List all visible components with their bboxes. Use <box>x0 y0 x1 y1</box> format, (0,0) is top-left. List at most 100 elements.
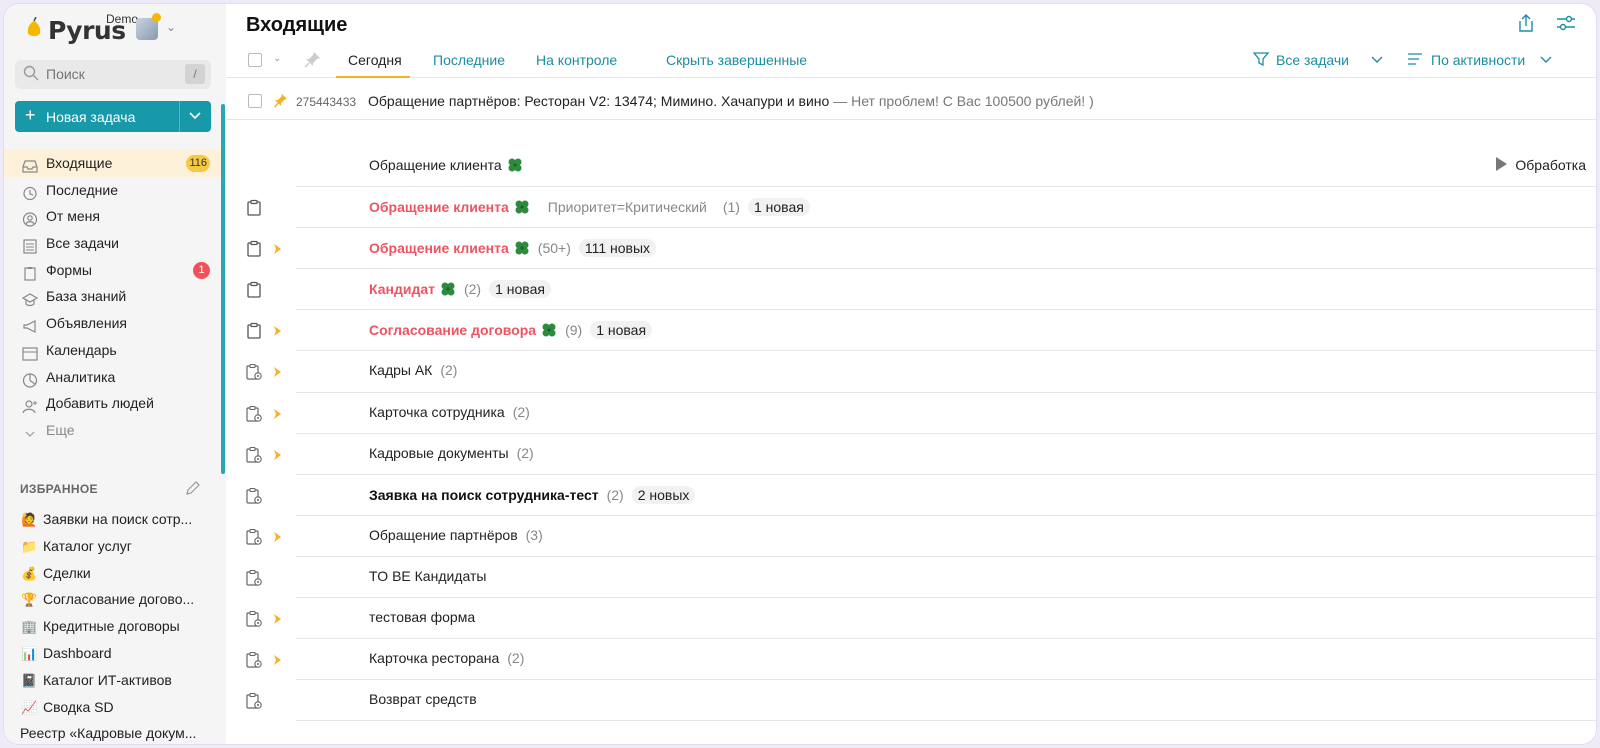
favorite-item-2[interactable]: 💰 Сделки <box>4 560 220 587</box>
favorite-item-6[interactable]: 📓 Каталог ИТ-активов <box>4 667 220 694</box>
task-group-row[interactable]: Карточка сотрудника (2) <box>226 393 1596 434</box>
sidebar-item-6[interactable]: Объявления <box>4 310 222 337</box>
task-group-row[interactable]: Согласование договора (9) 1 новая <box>226 310 1596 352</box>
task-group-row[interactable]: Возврат средств <box>226 680 1596 722</box>
pin-icon[interactable] <box>274 93 288 109</box>
chevron-down-icon[interactable]: ⌄ <box>273 53 281 64</box>
favorite-item-0[interactable]: 🙋 Заявки на поиск сотр... <box>4 506 220 533</box>
task-group-title[interactable]: Согласование договора (9) 1 новая <box>369 321 653 340</box>
pencil-icon[interactable] <box>185 480 201 496</box>
sidebar-item-4[interactable]: Формы 1 <box>4 257 222 284</box>
sort-by-activity[interactable]: По активности <box>1431 52 1525 68</box>
form-settings-icon <box>245 651 263 669</box>
search-input[interactable] <box>46 66 176 82</box>
tab-recent[interactable]: Последние <box>433 52 505 68</box>
task-group-row[interactable]: Обращение партнёров (3) <box>226 516 1596 557</box>
new-task-label: Новая задача <box>46 109 136 125</box>
search-box[interactable]: / <box>15 60 211 89</box>
chevron-down-icon[interactable] <box>187 107 203 123</box>
brand[interactable]: Pyrus Demo ⌄ <box>24 12 214 45</box>
task-group-title[interactable]: Кадровые документы (2) <box>369 445 534 461</box>
task-group-row[interactable]: Заявка на поиск сотрудника-тест (2) 2 новы… <box>226 475 1596 516</box>
pin-icon[interactable] <box>304 51 321 68</box>
count-badge: 116 <box>186 155 210 172</box>
chevron-right-icon[interactable] <box>273 612 283 625</box>
env-label: Demo <box>106 12 139 26</box>
filter-icon[interactable] <box>1253 51 1269 67</box>
task-group-title[interactable]: Карточка сотрудника (2) <box>369 404 530 420</box>
share-icon[interactable] <box>1516 13 1536 33</box>
chevron-right-icon[interactable] <box>273 242 283 255</box>
chevron-down-icon[interactable] <box>1538 51 1554 67</box>
task-group-title[interactable]: Обращение партнёров (3) <box>369 527 543 543</box>
task-group-row[interactable]: Карточка ресторана (2) <box>226 639 1596 681</box>
task-group-title[interactable]: Кадры АК (2) <box>369 362 457 378</box>
task-title-text: Обращение партнёров: Ресторан V2: 13474;… <box>368 93 830 109</box>
favorite-item-4[interactable]: 🏢 Кредитные договоры <box>4 613 220 640</box>
sidebar-item-label: Аналитика <box>46 368 116 385</box>
chevron-right-icon[interactable] <box>273 448 283 460</box>
task-group-row[interactable]: Кадры АК (2) <box>226 351 1596 393</box>
sort-icon[interactable] <box>1407 51 1423 67</box>
chevron-right-icon[interactable] <box>273 653 283 666</box>
task-group-title[interactable]: Кандидат (2) 1 новая <box>369 280 551 299</box>
chevron-right-icon[interactable] <box>273 365 283 378</box>
row-checkbox[interactable] <box>248 94 262 108</box>
task-count: (50+) <box>537 240 571 257</box>
chevron-down-icon[interactable] <box>1369 51 1385 67</box>
sidebar-item-7[interactable]: Календарь <box>4 337 222 364</box>
sidebar-item-1[interactable]: Последние <box>4 177 222 204</box>
chevron-right-icon[interactable] <box>273 407 283 419</box>
new-task-button[interactable]: + Новая задача <box>15 101 211 132</box>
money-bag-icon: 💰 <box>21 565 38 581</box>
task-group-row[interactable]: тестовая форма <box>226 598 1596 640</box>
clover-icon <box>435 281 456 297</box>
sidebar-item-8[interactable]: Аналитика <box>4 364 222 391</box>
chevron-right-icon[interactable] <box>273 530 283 542</box>
sidebar-item-5[interactable]: База знаний <box>4 283 222 310</box>
pear-logo-icon <box>27 17 41 36</box>
tab-hide-completed[interactable]: Скрыть завершенные <box>666 52 807 68</box>
chevron-right-icon[interactable] <box>273 324 283 337</box>
favorite-item-8[interactable]: Реестр «Кадровые докум... <box>4 720 220 744</box>
favorite-item-7[interactable]: 📈 Сводка SD <box>4 694 220 721</box>
favorite-item-5[interactable]: 📊 Dashboard <box>4 640 220 667</box>
task-group-row[interactable]: Обращение клиента (50+) 111 новых <box>226 228 1596 270</box>
select-all-checkbox[interactable] <box>248 53 262 67</box>
task-count: (2) <box>507 650 525 667</box>
task-group-row[interactable]: Кандидат (2) 1 новая <box>226 269 1596 311</box>
filter-all-tasks[interactable]: Все задачи <box>1276 52 1349 68</box>
sliders-icon[interactable] <box>1556 14 1576 32</box>
task-group-row[interactable]: Кадровые документы (2) <box>226 434 1596 475</box>
chart-increasing-icon: 📈 <box>21 699 38 715</box>
chevron-down-icon[interactable]: ⌄ <box>166 20 176 34</box>
task-group-title[interactable]: TO BE Кандидаты <box>369 568 486 584</box>
status-processing[interactable]: Обработка <box>1496 157 1586 173</box>
task-group-title[interactable]: Карточка ресторана (2) <box>369 650 524 666</box>
sidebar-item-3[interactable]: Все задачи <box>4 230 222 257</box>
favorite-item-1[interactable]: 📁 Каталог услуг <box>4 533 220 560</box>
favorite-item-3[interactable]: 🏆 Согласование догово... <box>4 586 220 613</box>
count-badge: 1 <box>193 261 210 279</box>
group-header-row[interactable]: Обращение клиента Обработка <box>226 146 1596 188</box>
task-group-row[interactable]: Обращение клиента Приоритет=Критический (1… <box>226 187 1596 229</box>
task-group-title[interactable]: Обращение клиента Приоритет=Критический (1… <box>369 198 810 217</box>
task-group-title[interactable]: Обращение клиента (50+) 111 новых <box>369 239 657 258</box>
task-title[interactable]: Обращение партнёров: Ресторан V2: 13474;… <box>368 93 1094 109</box>
sidebar-item-9[interactable]: Добавить людей <box>4 390 222 417</box>
task-group-row[interactable]: TO BE Кандидаты <box>226 557 1596 599</box>
task-group-title[interactable]: тестовая форма <box>369 609 475 625</box>
sidebar-item-10[interactable]: Еще <box>4 417 222 444</box>
tab-control[interactable]: На контроле <box>536 52 617 68</box>
favorites-list: 🙋 Заявки на поиск сотр... 📁 Каталог услуг 💰 С… <box>4 506 220 744</box>
clover-icon <box>509 199 530 215</box>
sidebar-item-0[interactable]: Входящие 116 <box>4 150 222 177</box>
task-group-title[interactable]: Заявка на поиск сотрудника-тест (2) 2 новы… <box>369 485 696 504</box>
tab-today[interactable]: Сегодня <box>348 52 402 68</box>
sidebar-item-2[interactable]: От меня <box>4 203 222 230</box>
page-title: Входящие <box>246 14 348 36</box>
divider <box>179 101 180 132</box>
pinned-task-row[interactable]: 275443433 Обращение партнёров: Ресторан … <box>226 86 1596 120</box>
task-group-title[interactable]: Возврат средств <box>369 691 477 707</box>
sidebar-scrollbar[interactable] <box>221 104 225 474</box>
